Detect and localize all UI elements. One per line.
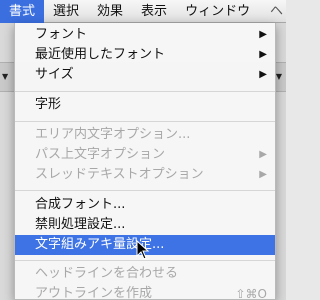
menu-item-label: 字形 xyxy=(35,97,62,112)
menu-effect[interactable]: 効果 xyxy=(88,0,132,23)
menu-item-label: パス上文字オプション xyxy=(35,147,166,162)
menu-item-label: ヘッドラインを合わせる xyxy=(35,266,179,281)
menu-item-kinsoku-settings[interactable]: 禁則処理設定... xyxy=(15,215,275,235)
menu-separator xyxy=(15,190,275,191)
menu-window[interactable]: ウィンドウ xyxy=(176,0,259,23)
screen: ▼ ▼ 書式 選択 効果 表示 ウィンドウ ヘ フォント ▶ 最近使用したフォン… xyxy=(0,0,286,300)
background-dropdown-arrow-left: ▼ xyxy=(2,72,9,81)
menu-view[interactable]: 表示 xyxy=(132,0,176,23)
menu-item-label: 合成フォント... xyxy=(35,197,126,212)
menu-item-label: アウトラインを作成 xyxy=(35,286,153,300)
menu-item-composite-fonts[interactable]: 合成フォント... xyxy=(15,195,275,215)
menu-item-label: サイズ xyxy=(35,67,74,82)
menu-item-label: フォント xyxy=(35,27,88,42)
menu-item-label: エリア内文字オプション... xyxy=(35,127,191,142)
submenu-arrow-icon: ▶ xyxy=(259,69,267,80)
menu-item-label: スレッドテキストオプション xyxy=(35,167,204,182)
menu-separator xyxy=(15,91,275,92)
menu-separator xyxy=(15,260,275,261)
menu-item-size[interactable]: サイズ ▶ xyxy=(15,65,275,85)
menu-item-recent-fonts[interactable]: 最近使用したフォント ▶ xyxy=(15,45,275,65)
submenu-arrow-icon: ▶ xyxy=(259,169,267,180)
submenu-arrow-icon: ▶ xyxy=(259,29,267,40)
submenu-arrow-icon: ▶ xyxy=(259,49,267,60)
menu-item-font[interactable]: フォント ▶ xyxy=(15,25,275,45)
menu-type[interactable]: 書式 xyxy=(0,0,45,23)
menu-item-shortcut: ⇧⌘O xyxy=(235,287,268,300)
arrow-pointer-icon xyxy=(136,240,150,260)
menu-separator xyxy=(15,121,275,122)
menu-help-partial[interactable]: ヘ xyxy=(270,0,286,23)
menu-item-label: 禁則処理設定... xyxy=(35,217,126,232)
menu-item-type-on-path-options: パス上文字オプション ▶ xyxy=(15,145,275,165)
menu-item-threaded-text-options: スレッドテキストオプション ▶ xyxy=(15,165,275,185)
background-dropdown-arrow-right: ▼ xyxy=(275,72,282,81)
menu-item-label: 最近使用したフォント xyxy=(35,47,166,62)
submenu-arrow-icon: ▶ xyxy=(259,149,267,160)
menu-item-glyphs[interactable]: 字形 xyxy=(15,95,275,115)
menu-select[interactable]: 選択 xyxy=(44,0,88,23)
menu-bar: 書式 選択 効果 表示 ウィンドウ ヘ xyxy=(0,0,286,23)
menu-item-area-type-options: エリア内文字オプション... xyxy=(15,125,275,145)
menu-item-create-outlines: アウトラインを作成 ⇧⌘O xyxy=(15,284,275,300)
menu-item-fit-headline: ヘッドラインを合わせる xyxy=(15,264,275,284)
